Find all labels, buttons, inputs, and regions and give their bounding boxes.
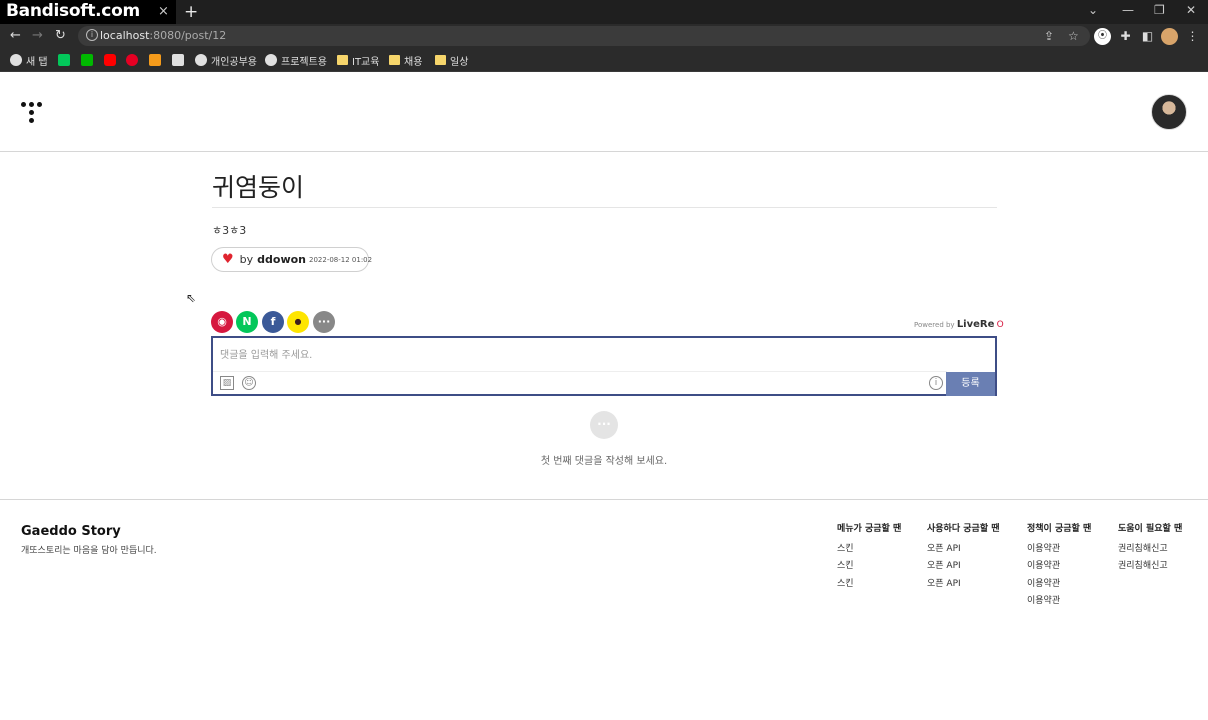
github-icon: [265, 54, 277, 66]
bookmark-line-icon[interactable]: [81, 53, 93, 67]
restore-icon[interactable]: ❐: [1154, 3, 1165, 17]
footer-link[interactable]: 스킨: [837, 541, 901, 558]
footer-link[interactable]: 오픈 API: [927, 576, 1000, 593]
browser-toolbar: ← → ↻ i localhost:8080/post/12 ⇪ ☆ ⦿ ✚ ◧…: [0, 24, 1208, 48]
extensions-puzzle-icon[interactable]: ✚: [1117, 28, 1134, 45]
footer-link[interactable]: 오픈 API: [927, 558, 1000, 575]
folder-icon: [337, 55, 348, 65]
like-author-box: ♥ by ddowon 2022-08-12 01:02: [211, 247, 373, 272]
footer-tagline: 개또스토리는 마음을 담아 만듭니다.: [21, 546, 157, 556]
footer-link[interactable]: 이용약관: [1027, 593, 1091, 610]
page: 귀염둥이 ㅎ3ㅎ3 ♥ by ddowon 2022-08-12 01:02 ⇖…: [0, 73, 1208, 720]
info-icon[interactable]: i: [929, 376, 943, 390]
folder-icon: [389, 55, 400, 65]
avatar[interactable]: [1151, 94, 1187, 130]
by-label: by: [239, 253, 254, 266]
bookmark-naver-icon[interactable]: [58, 53, 70, 67]
empty-comments-message: 첫 번째 댓글을 작성해 보세요.: [540, 456, 668, 467]
bookmark-star-icon[interactable]: ☆: [1068, 29, 1079, 43]
emoji-icon[interactable]: ☺: [242, 376, 256, 390]
github-icon: [195, 54, 207, 66]
tab-bar: Bandisoft.com × + ⌄ — ❐ ✕: [0, 0, 1208, 24]
forward-icon[interactable]: →: [32, 28, 43, 43]
close-window-icon[interactable]: ✕: [1186, 3, 1196, 17]
bookmark-youtube-icon[interactable]: [104, 53, 116, 67]
footer-column-policy: 정책이 궁금할 땐 이용약관 이용약관 이용약관 이용약관: [1027, 521, 1091, 610]
footer-link[interactable]: 스킨: [837, 558, 901, 575]
comment-divider: [213, 371, 947, 372]
footer-heading: 사용하다 궁금할 땐: [927, 524, 1000, 534]
bookmark-study[interactable]: 개인공부용: [195, 53, 257, 68]
back-icon[interactable]: ←: [10, 28, 21, 43]
comment-input[interactable]: 댓글을 입력해 주세요.: [220, 346, 312, 361]
mouse-cursor-icon: ⇖: [186, 291, 197, 305]
bookmark-daily[interactable]: 일상: [435, 53, 468, 68]
address-bar[interactable]: i localhost:8080/post/12 ⇪ ☆: [78, 26, 1090, 46]
login-kakao-icon[interactable]: ●: [287, 311, 309, 333]
tab-close-icon[interactable]: ×: [158, 4, 169, 19]
footer-heading: 도움이 필요할 땐: [1118, 524, 1183, 534]
url-text[interactable]: localhost:8080/post/12: [100, 29, 226, 42]
footer-heading: 정책이 궁금할 땐: [1027, 524, 1092, 534]
footer-link[interactable]: 이용약관: [1027, 576, 1091, 593]
bookmarks-bar: 새 탭 개인공부용 프로젝트용 IT교육 채용 일상: [0, 48, 1208, 72]
reload-icon[interactable]: ↻: [55, 28, 66, 43]
heart-icon[interactable]: ♥: [222, 252, 234, 267]
footer-link[interactable]: 이용약관: [1027, 541, 1091, 558]
extension-icon[interactable]: ⦿: [1094, 28, 1111, 45]
side-panel-icon[interactable]: ◧: [1139, 28, 1156, 45]
footer-link[interactable]: 권리침해신고: [1118, 558, 1182, 575]
bookmark-jobs[interactable]: 채용: [389, 53, 422, 68]
author-name: ddowon: [257, 253, 307, 266]
footer-link[interactable]: 이용약관: [1027, 558, 1091, 575]
tab-search-icon[interactable]: ⌄: [1088, 3, 1098, 17]
new-tab-icon[interactable]: +: [184, 2, 198, 22]
tab-title: Bandisoft.com: [6, 1, 140, 21]
image-upload-icon[interactable]: ▨: [220, 376, 234, 390]
footer-link[interactable]: 권리침해신고: [1118, 541, 1182, 558]
bookmark-pinterest-icon[interactable]: [126, 53, 138, 67]
post-date: 2022-08-12 01:02: [309, 255, 373, 264]
bookmark-new-tab[interactable]: 새 탭: [10, 53, 48, 68]
active-tab[interactable]: Bandisoft.com ×: [0, 0, 176, 24]
post-body: ㅎ3ㅎ3: [212, 224, 247, 237]
minimize-icon[interactable]: —: [1122, 3, 1134, 17]
login-livere-icon[interactable]: ◉: [211, 311, 233, 333]
footer-brand: Gaeddo Story: [21, 524, 121, 539]
footer-heading: 메뉴가 궁금할 땐: [837, 524, 902, 534]
menu-kebab-icon[interactable]: ⋮: [1184, 28, 1201, 45]
login-facebook-icon[interactable]: f: [262, 311, 284, 333]
login-naver-icon[interactable]: N: [236, 311, 258, 333]
post-title: 귀염둥이: [212, 173, 305, 202]
footer-link[interactable]: 스킨: [837, 576, 901, 593]
more-logins-icon[interactable]: ···: [313, 311, 335, 333]
profile-avatar-icon[interactable]: [1161, 28, 1178, 45]
comment-form: 댓글을 입력해 주세요. ▨ ☺ i 등록: [211, 336, 997, 396]
footer-column-help: 도움이 필요할 땐 권리침해신고 권리침해신고: [1118, 521, 1182, 576]
bookmark-app-icon[interactable]: [149, 53, 161, 67]
site-info-icon[interactable]: i: [86, 29, 98, 41]
logo-icon[interactable]: [21, 100, 45, 124]
footer-column-menu: 메뉴가 궁금할 땐 스킨 스킨 스킨: [837, 521, 901, 593]
folder-icon: [435, 55, 446, 65]
title-divider: [212, 207, 997, 208]
footer-divider: [0, 499, 1208, 500]
globe-icon: [10, 54, 22, 66]
powered-by[interactable]: Powered by LiveRe O: [914, 319, 1004, 330]
submit-comment-button[interactable]: 등록: [946, 372, 995, 396]
speech-bubble-icon: ···: [590, 411, 618, 439]
bookmark-it-edu[interactable]: IT교육: [337, 53, 379, 68]
footer-column-usage: 사용하다 궁금할 땐 오픈 API 오픈 API 오픈 API: [927, 521, 1000, 593]
share-icon[interactable]: ⇪: [1044, 29, 1054, 43]
bookmark-trello-icon[interactable]: [172, 53, 184, 67]
bookmark-project[interactable]: 프로젝트용: [265, 53, 327, 68]
footer-link[interactable]: 오픈 API: [927, 541, 1000, 558]
header-divider: [0, 151, 1208, 152]
